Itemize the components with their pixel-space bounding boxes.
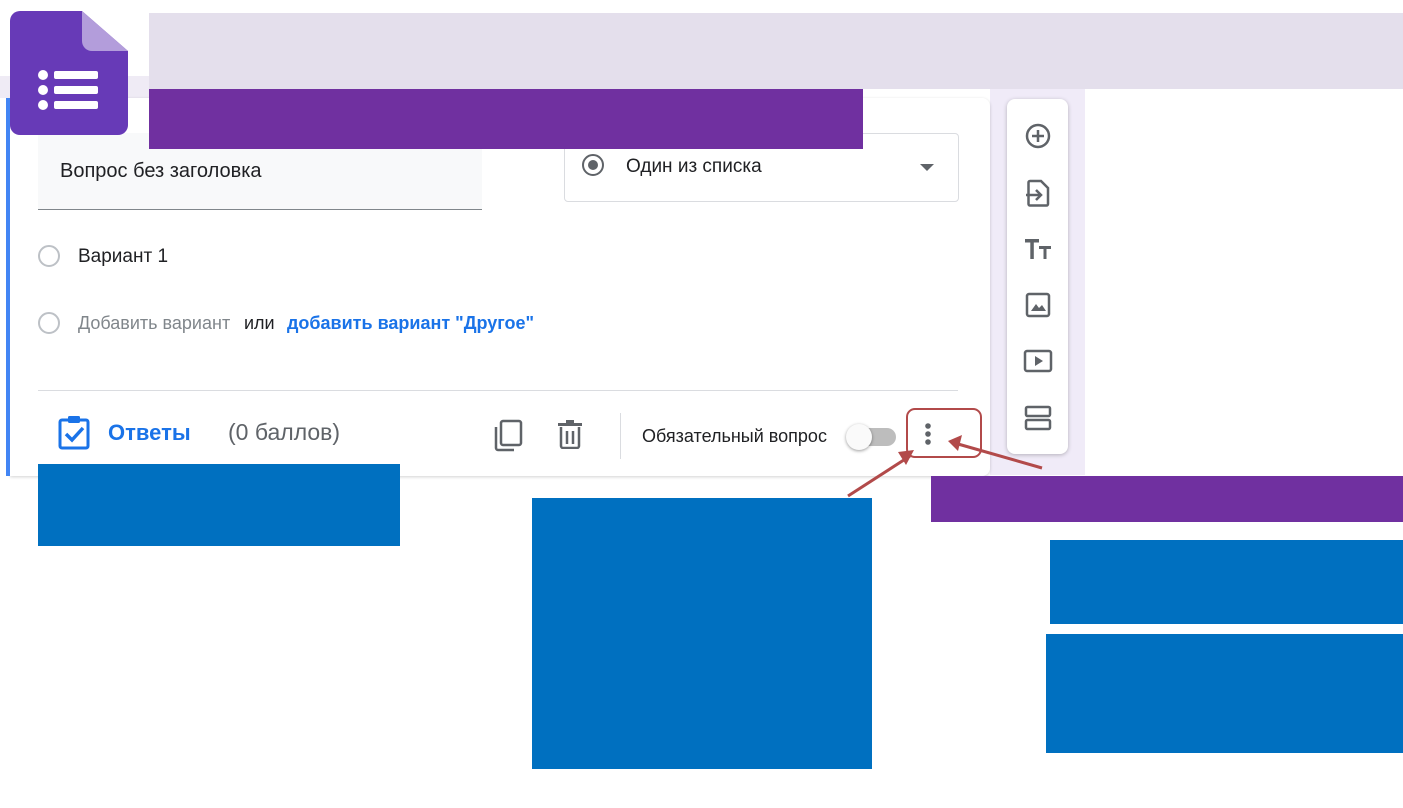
add-option-radio	[38, 312, 60, 334]
required-toggle-thumb[interactable]	[846, 424, 872, 450]
add-section-icon[interactable]	[1022, 402, 1054, 434]
overlay-blue-block-1	[38, 464, 400, 546]
option-1-radio[interactable]	[38, 245, 60, 267]
more-options-highlight	[906, 408, 982, 458]
question-title-text: Вопрос без заголовка	[60, 160, 262, 182]
overlay-blue-block-2	[532, 498, 872, 769]
card-footer-divider	[38, 390, 958, 391]
add-question-icon[interactable]	[1022, 120, 1054, 152]
add-other-option-link[interactable]: добавить вариант "Другое"	[287, 313, 534, 334]
answer-key-icon[interactable]	[56, 414, 92, 450]
overlay-blue-block-4	[1046, 634, 1403, 753]
add-video-icon[interactable]	[1022, 345, 1054, 377]
or-text: или	[244, 313, 275, 333]
option-1-label[interactable]: Вариант 1	[78, 246, 168, 268]
overlay-blue-block-3	[1050, 540, 1403, 624]
question-toolbar	[1007, 99, 1068, 454]
answer-key-link[interactable]: Ответы	[108, 420, 191, 446]
footer-separator	[620, 413, 621, 459]
question-type-label: Один из списка	[626, 156, 762, 177]
import-questions-icon[interactable]	[1022, 177, 1054, 209]
add-image-icon[interactable]	[1022, 289, 1054, 321]
card-focus-accent	[6, 98, 10, 476]
delete-icon[interactable]	[556, 419, 584, 449]
overlay-purple-bar-right	[931, 476, 1403, 522]
add-option-link[interactable]: Добавить вариант	[78, 313, 230, 334]
google-forms-logo	[10, 11, 128, 135]
duplicate-icon[interactable]	[492, 418, 524, 452]
points-text: (0 баллов)	[228, 419, 341, 445]
required-label: Обязательный вопрос	[642, 426, 827, 446]
overlay-purple-bar-top	[149, 89, 863, 149]
radio-type-icon	[582, 154, 604, 176]
header-band	[149, 13, 1403, 89]
add-title-icon[interactable]	[1022, 233, 1054, 265]
dropdown-arrow-icon	[920, 164, 934, 171]
